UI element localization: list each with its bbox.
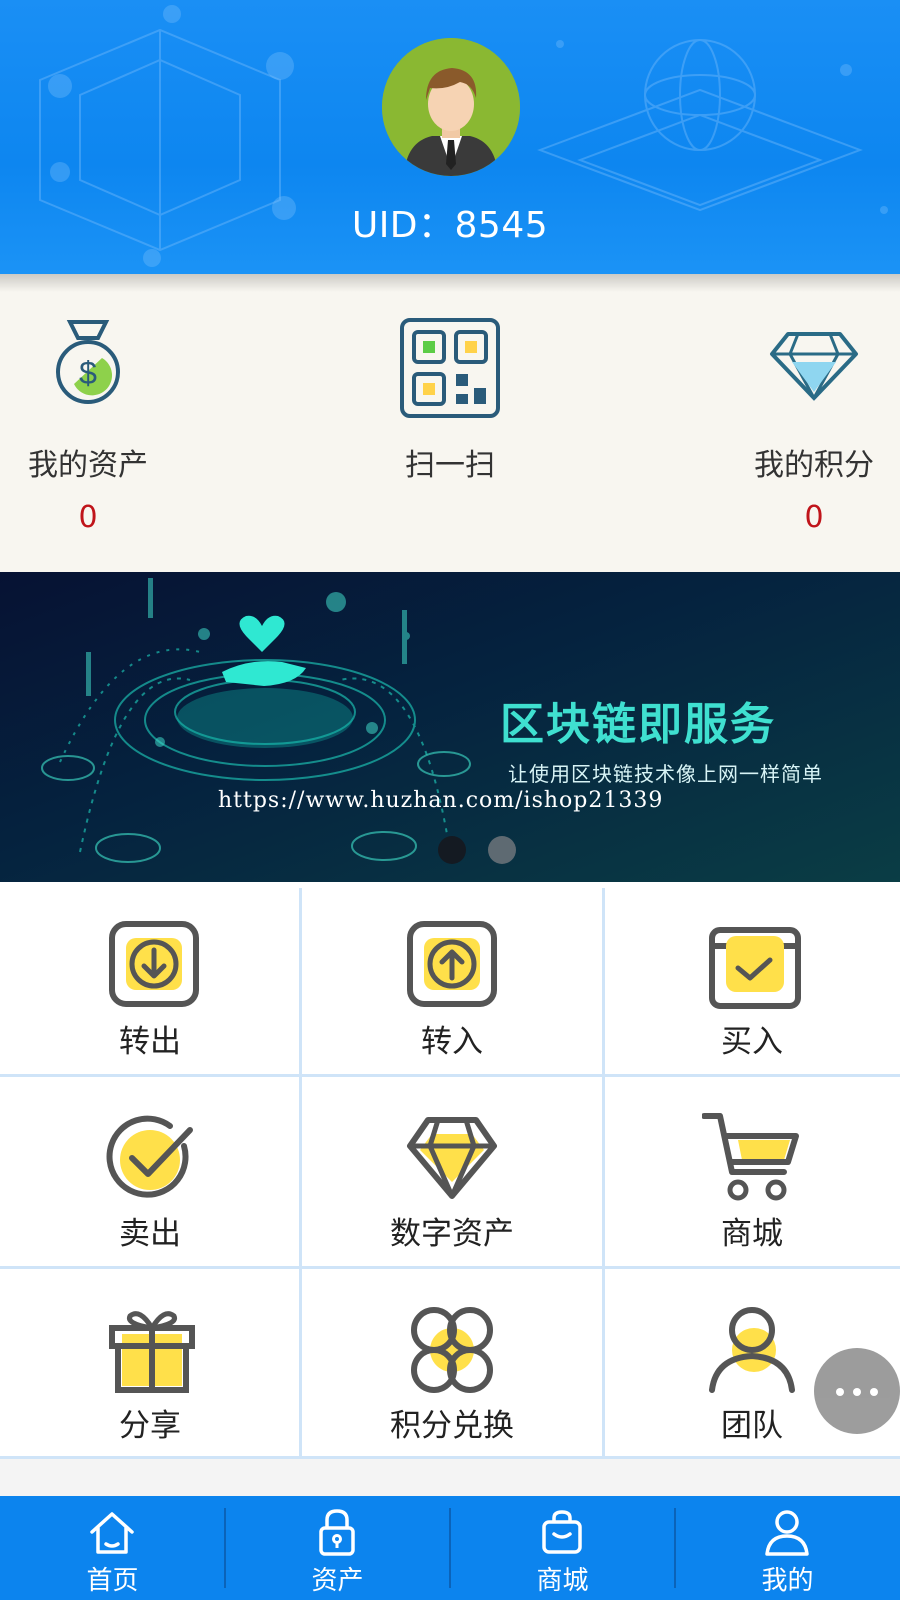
nav-item-label: 首页 [86, 1566, 139, 1596]
gift-icon [109, 1311, 195, 1393]
nav-item-assets[interactable]: 资产 [225, 1496, 450, 1600]
more-dot [870, 1388, 878, 1396]
function-grid: 转出 转入 买入 卖出 数字资产 商城 分享 积分兑换 团队 [0, 882, 900, 1459]
grid-item-label: 分享 [119, 1408, 181, 1444]
qr-code-icon[interactable] [400, 318, 500, 418]
user-icon [709, 1307, 795, 1393]
grid-item-points-exchange[interactable]: 积分兑换 [302, 1266, 602, 1458]
grid-item-transfer-in[interactable]: 转入 [302, 882, 602, 1074]
grid-item-transfer-out[interactable]: 转出 [0, 882, 300, 1074]
grid-item-label: 积分兑换 [390, 1408, 514, 1444]
grid-item-label: 数字资产 [390, 1216, 514, 1252]
more-dot [836, 1388, 844, 1396]
nav-item-home[interactable]: 首页 [0, 1496, 225, 1600]
nav-item-label: 商城 [536, 1566, 589, 1596]
scan-label: 扫一扫 [405, 448, 495, 483]
svg-text:$: $ [79, 355, 97, 391]
bag-icon [542, 1510, 582, 1554]
home-icon [90, 1512, 134, 1554]
my-points-stat[interactable]: 我的积分 0 [740, 440, 888, 535]
more-dot [853, 1388, 861, 1396]
nav-item-mall[interactable]: 商城 [450, 1496, 675, 1600]
grid-item-mall[interactable]: 商城 [602, 1074, 900, 1266]
businessman-avatar-icon [382, 38, 520, 176]
banner-watermark-url: https://www.huzhan.com/ishop21339 [218, 788, 664, 813]
user-icon [765, 1510, 809, 1556]
money-bag-icon[interactable]: $ [52, 318, 124, 406]
user-uid: UID：8545 [351, 205, 549, 246]
user-avatar[interactable] [382, 38, 520, 176]
scan-action[interactable]: 扫一扫 [376, 440, 524, 484]
diamond-icon [407, 1117, 497, 1199]
grid-item-digital-assets[interactable]: 数字资产 [302, 1074, 602, 1266]
buy-icon [709, 927, 801, 1009]
carousel-dot-1[interactable] [438, 836, 466, 864]
more-options-button[interactable] [814, 1348, 900, 1434]
grid-item-label: 卖出 [119, 1216, 181, 1252]
grid-item-label: 转出 [119, 1024, 181, 1060]
cart-icon [702, 1113, 799, 1201]
nav-item-mine[interactable]: 我的 [675, 1496, 900, 1600]
grid-item-label: 商城 [721, 1216, 783, 1252]
nav-item-label: 资产 [311, 1566, 364, 1596]
grid-item-label: 买入 [721, 1024, 783, 1060]
grid-item-sell[interactable]: 卖出 [0, 1074, 300, 1266]
lock-icon [319, 1509, 355, 1556]
grid-item-label: 转入 [421, 1024, 483, 1060]
profile-header: UID：8545 [0, 0, 900, 274]
stats-panel: $ 我的资产 0 扫一扫 我的积分 0 [0, 274, 900, 572]
transfer-in-icon [407, 921, 497, 1007]
my-assets-stat[interactable]: 我的资产 0 [14, 440, 162, 535]
my-points-label: 我的积分 [754, 448, 874, 483]
transfer-out-icon [109, 921, 199, 1007]
carousel-dot-2[interactable] [488, 836, 516, 864]
banner-title: 区块链即服务 [500, 699, 776, 750]
my-points-value: 0 [804, 500, 824, 535]
grid-item-buy[interactable]: 买入 [602, 882, 900, 1074]
sell-icon [106, 1115, 193, 1198]
my-assets-label: 我的资产 [28, 448, 148, 483]
my-assets-value: 0 [78, 500, 98, 535]
clover-icon [411, 1307, 493, 1393]
grid-item-share[interactable]: 分享 [0, 1266, 300, 1458]
nav-item-label: 我的 [761, 1566, 814, 1596]
diamond-points-icon[interactable] [768, 330, 860, 402]
banner-subtitle: 让使用区块链技术像上网一样简单 [508, 762, 823, 786]
bottom-nav: 首页 资产 商城 我的 [0, 1496, 900, 1600]
